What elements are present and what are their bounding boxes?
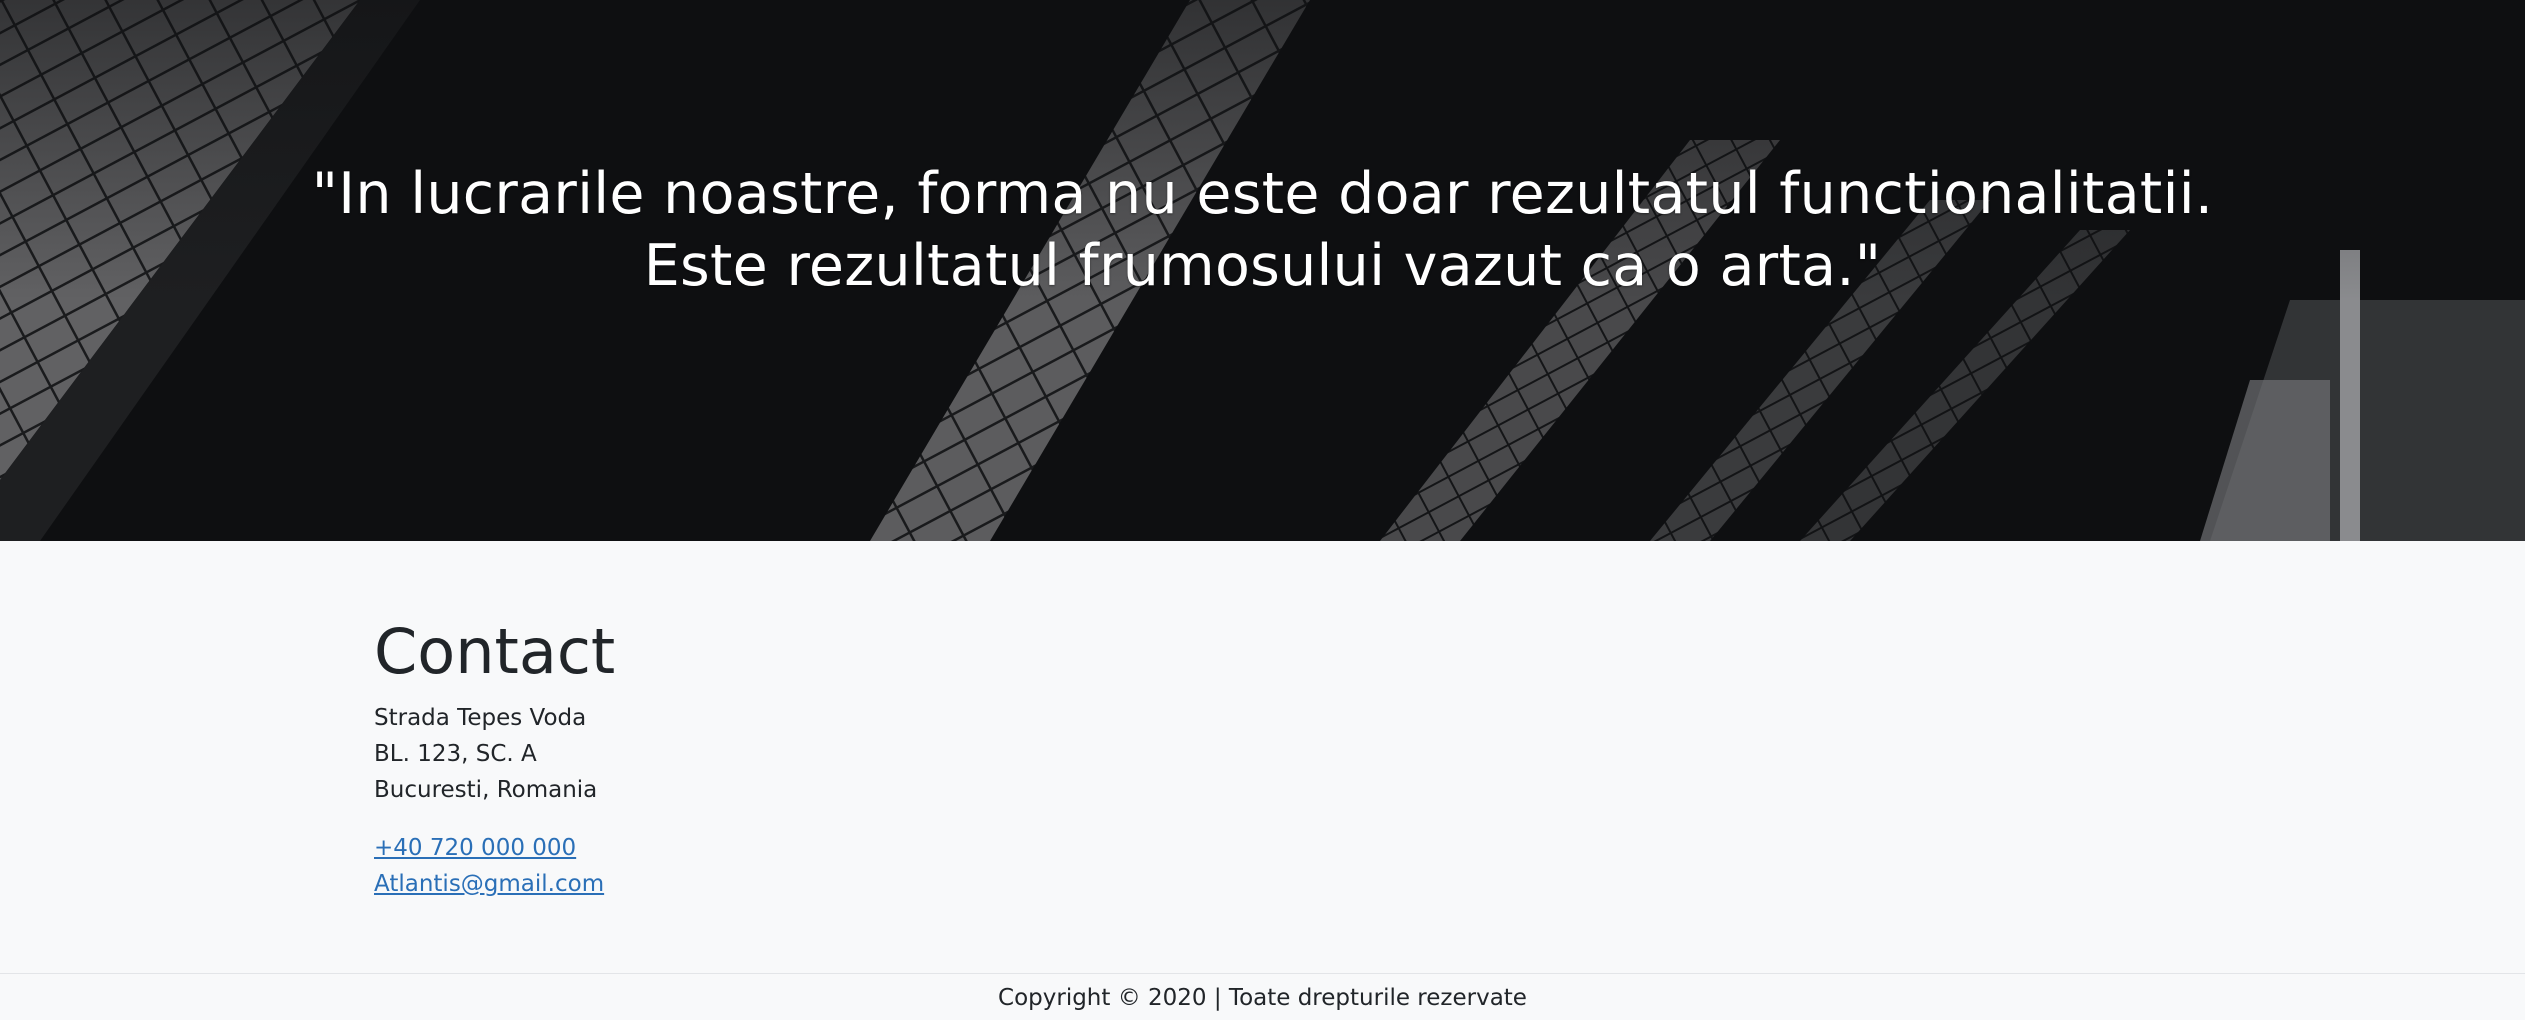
footer: Copyright © 2020 | Toate drepturile reze… <box>0 973 2525 1020</box>
address-line-city: Bucuresti, Romania <box>374 777 598 803</box>
quote-line-1: "In lucrarile noastre, forma nu este doa… <box>311 161 2214 227</box>
address-line-building: BL. 123, SC. A <box>374 741 537 767</box>
address-block: Strada Tepes Voda BL. 123, SC. A Bucures… <box>374 700 615 808</box>
email-link[interactable]: Atlantis@gmail.com <box>374 866 615 902</box>
address-line-street: Strada Tepes Voda <box>374 705 587 731</box>
copyright-text: Copyright © 2020 | Toate drepturile reze… <box>998 985 1527 1011</box>
contact-section: Contact Strada Tepes Voda BL. 123, SC. A… <box>374 612 615 902</box>
hero-quote: "In lucrarile noastre, forma nu este doa… <box>300 158 2225 302</box>
contact-title: Contact <box>374 615 616 688</box>
hero-banner: "In lucrarile noastre, forma nu este doa… <box>0 0 2525 541</box>
contact-links: +40 720 000 000 Atlantis@gmail.com <box>374 830 615 902</box>
quote-line-2: Este rezultatul frumosului vazut ca o ar… <box>643 233 1882 299</box>
phone-link[interactable]: +40 720 000 000 <box>374 830 615 866</box>
